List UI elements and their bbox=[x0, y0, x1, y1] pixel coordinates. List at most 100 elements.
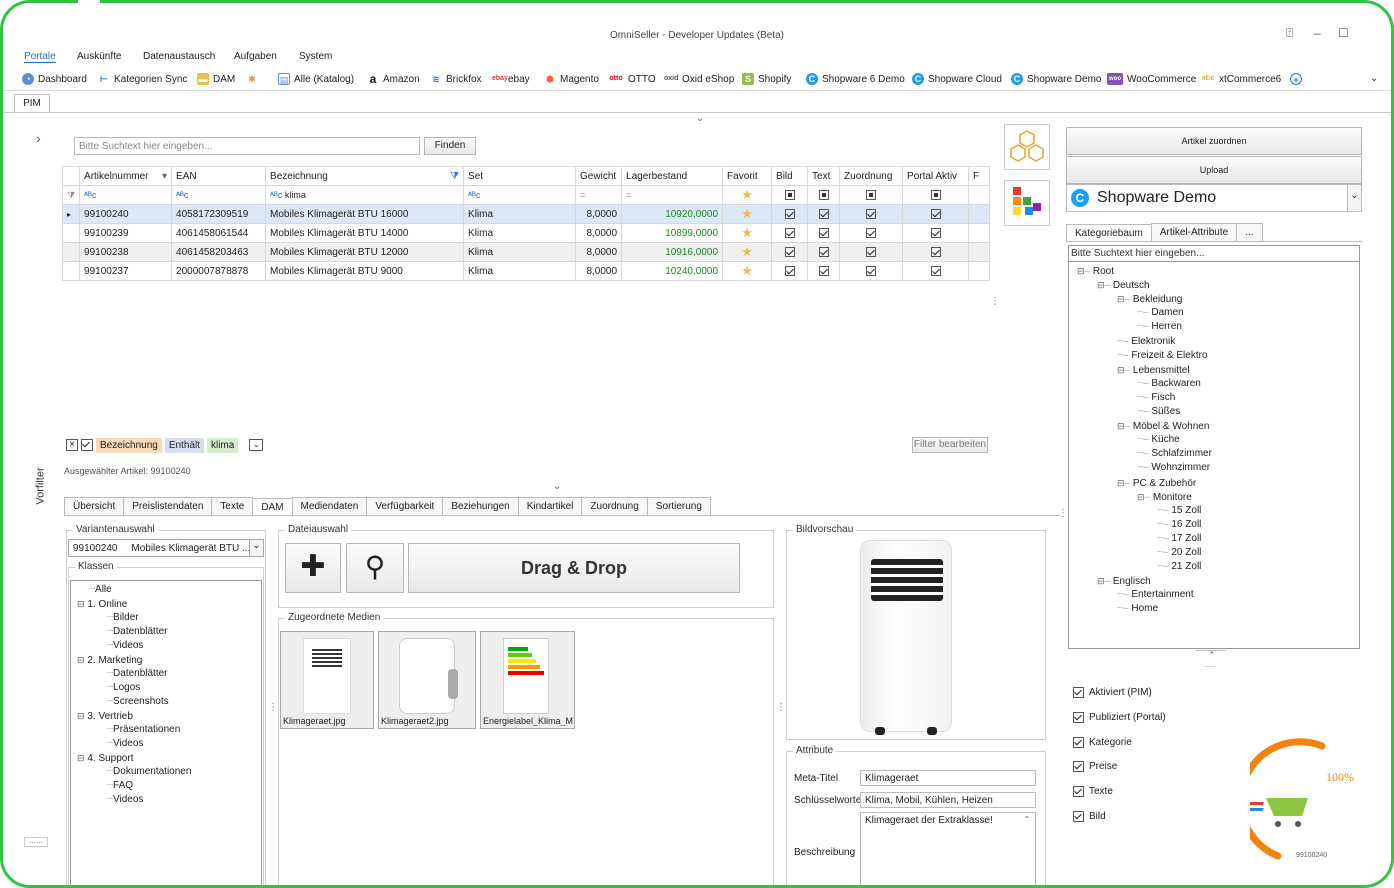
cell-set[interactable]: Klima bbox=[463, 204, 577, 224]
cell-stock[interactable]: 10920,0000 bbox=[621, 204, 724, 224]
category-node[interactable]: ┈– 21 Zoll bbox=[1157, 560, 1201, 574]
assign-article-button[interactable]: Artikel zuordnen bbox=[1066, 127, 1362, 155]
status-checkbox[interactable]: Aktiviert (PIM) bbox=[1073, 687, 1152, 698]
collapse-icon[interactable]: ⊟ bbox=[77, 599, 85, 609]
category-node[interactable]: ⊟– PC & Zubehör bbox=[1117, 476, 1196, 491]
tab-dam[interactable]: DAM bbox=[252, 498, 293, 516]
cell-favorit[interactable]: ★ bbox=[722, 223, 773, 243]
class-node[interactable]: ┈Videos bbox=[107, 793, 143, 807]
table-row[interactable]: 99100238 4061458203463 Mobiles Klimagerät … bbox=[61, 242, 990, 262]
menu-portale[interactable]: Portale bbox=[24, 51, 56, 63]
portal-brickfox[interactable]: ≋ Brickfox bbox=[430, 73, 481, 85]
cell-stock[interactable]: 10240,0000 bbox=[621, 261, 724, 281]
class-node[interactable]: ⊟ 2. Marketing bbox=[77, 653, 142, 668]
category-node[interactable]: ┈– Backwaren bbox=[1137, 377, 1201, 391]
class-node[interactable]: ┈Videos bbox=[107, 737, 143, 751]
description-textarea[interactable]: Klimageraet der Extraklasse! ⌃ bbox=[860, 812, 1036, 888]
category-node[interactable]: ┈– Süßes bbox=[1137, 405, 1180, 419]
col-zuordnung[interactable]: Zuordnung bbox=[839, 166, 904, 186]
portal-shopify[interactable]: S Shopify bbox=[742, 73, 791, 85]
portal-ebay[interactable]: ebay ebay bbox=[492, 73, 530, 85]
find-button[interactable]: Finden bbox=[424, 137, 476, 155]
tab-kindartikel[interactable]: Kindartikel bbox=[517, 497, 583, 515]
collapse-icon[interactable]: ⊟ bbox=[1117, 421, 1125, 431]
media-thumb-1[interactable]: Klimageraet.jpg bbox=[280, 631, 374, 729]
menu-datenaustausch[interactable]: Datenaustausch bbox=[143, 51, 215, 62]
category-node[interactable]: ┈– Fisch bbox=[1137, 391, 1175, 405]
category-node[interactable]: ⊟– Root bbox=[1077, 264, 1114, 279]
tab-mediendaten[interactable]: Mediendaten bbox=[291, 497, 368, 515]
class-node[interactable]: ⊟ 4. Support bbox=[77, 751, 133, 766]
category-node[interactable]: ┈– Home bbox=[1117, 602, 1158, 616]
splitter-handle[interactable]: ⋮ bbox=[990, 296, 1000, 307]
cell-check[interactable] bbox=[771, 242, 809, 262]
table-row[interactable]: 99100237 2000007878878 Mobiles Klimagerät … bbox=[61, 261, 990, 281]
meta-title-input[interactable]: Klimageraet bbox=[860, 770, 1036, 786]
category-node[interactable]: ┈– Wohnzimmer bbox=[1137, 461, 1210, 475]
class-node[interactable]: ┈Alle bbox=[89, 583, 112, 597]
cell-weight[interactable]: 8,0000 bbox=[575, 261, 623, 281]
category-node[interactable]: ┈– 20 Zoll bbox=[1157, 546, 1201, 560]
filter-lagerbestand[interactable]: = bbox=[621, 185, 724, 205]
class-node[interactable]: ⊟ 1. Online bbox=[77, 597, 127, 612]
cell-nr[interactable]: 99100237 bbox=[79, 261, 173, 281]
col-ean[interactable]: EAN bbox=[171, 166, 267, 186]
cell-ean[interactable]: 2000007878878 bbox=[171, 261, 267, 281]
expand-arrow-icon[interactable]: › bbox=[36, 130, 41, 146]
status-checkbox[interactable]: Preise bbox=[1073, 761, 1117, 773]
cell-weight[interactable]: 8,0000 bbox=[575, 242, 623, 262]
search-file-button[interactable]: ⚲ bbox=[346, 543, 404, 593]
cell-weight[interactable]: 8,0000 bbox=[575, 204, 623, 224]
cell-favorit[interactable]: ★ bbox=[722, 261, 773, 281]
category-node[interactable]: ⊟– Deutsch bbox=[1097, 278, 1150, 293]
portal-bug[interactable]: ✱ bbox=[246, 73, 258, 85]
cell-check[interactable] bbox=[807, 242, 841, 262]
cell-weight[interactable]: 8,0000 bbox=[575, 223, 623, 243]
cell-nr[interactable]: 99100239 bbox=[79, 223, 173, 243]
search-input[interactable]: Bitte Suchtext hier eingeben... bbox=[74, 137, 420, 155]
filter-field-chip[interactable]: Bezeichnung bbox=[96, 437, 162, 453]
tab-texte[interactable]: Texte bbox=[211, 497, 254, 515]
portal-alle[interactable]: ▤ Alle (Katalog) bbox=[278, 73, 354, 85]
class-node[interactable]: ┈Screenshots bbox=[107, 695, 169, 709]
category-node[interactable]: ┈– Damen bbox=[1137, 306, 1184, 320]
cell-ean[interactable]: 4061458061544 bbox=[171, 223, 267, 243]
tab-verfügbarkeit[interactable]: Verfügbarkeit bbox=[366, 497, 444, 515]
cell-nr[interactable]: 99100240 bbox=[79, 204, 173, 224]
category-node[interactable]: ┈– 15 Zoll bbox=[1157, 504, 1201, 518]
drag-drop-area[interactable]: Drag & Drop bbox=[408, 543, 740, 593]
cell-set[interactable]: Klima bbox=[463, 242, 577, 262]
filter-bild[interactable] bbox=[771, 185, 809, 205]
collapse-icon[interactable]: ⊟ bbox=[1097, 280, 1105, 290]
filter-op-chip[interactable]: Enthält bbox=[164, 437, 204, 453]
col-f[interactable]: F bbox=[968, 166, 990, 186]
filter-dropdown-icon[interactable]: ⌄ bbox=[249, 439, 264, 451]
collapse-icon[interactable]: ⊟ bbox=[1097, 576, 1105, 586]
class-node[interactable]: ┈FAQ bbox=[107, 779, 133, 793]
cell-ean[interactable]: 4061458203463 bbox=[171, 242, 267, 262]
cell-ean[interactable]: 4058172309519 bbox=[171, 204, 267, 224]
status-checkbox[interactable]: Texte bbox=[1073, 786, 1113, 798]
filter-bezeichnung[interactable]: ᴬᴮc klima bbox=[265, 185, 465, 205]
filter-set[interactable]: ᴬᴮc bbox=[463, 185, 577, 205]
category-node[interactable]: ┈– Küche bbox=[1137, 433, 1180, 447]
tab-sortierung[interactable]: Sortierung bbox=[646, 497, 711, 515]
tab-zuordnung[interactable]: Zuordnung bbox=[581, 497, 648, 515]
filter-zuordnung[interactable] bbox=[839, 185, 904, 205]
filter-favorit[interactable]: ★ bbox=[722, 185, 773, 205]
category-node[interactable]: ┈– Entertainment bbox=[1117, 588, 1194, 602]
tab-pim[interactable]: PIM bbox=[14, 94, 50, 112]
col-portal-aktiv[interactable]: Portal Aktiv bbox=[902, 166, 970, 186]
cell-favorit[interactable]: ★ bbox=[722, 242, 773, 262]
swatch-button[interactable] bbox=[1004, 180, 1050, 226]
add-portal-button[interactable]: + bbox=[1290, 73, 1302, 85]
category-node[interactable]: ⊟– Möbel & Wohnen bbox=[1117, 419, 1209, 434]
vorfilter-label[interactable]: Vorfilter bbox=[35, 467, 47, 504]
cell-check[interactable] bbox=[902, 242, 970, 262]
splitter-handle[interactable]: ..... bbox=[1204, 660, 1215, 669]
status-checkbox[interactable]: Kategorie bbox=[1073, 736, 1132, 748]
cell-favorit[interactable]: ★ bbox=[722, 204, 773, 224]
cell-nr[interactable]: 99100238 bbox=[79, 242, 173, 262]
portal-kategorien-sync[interactable]: ⊢ Kategorien Sync bbox=[98, 73, 188, 85]
media-thumb-2[interactable]: Klimageraet2.jpg bbox=[378, 631, 476, 729]
